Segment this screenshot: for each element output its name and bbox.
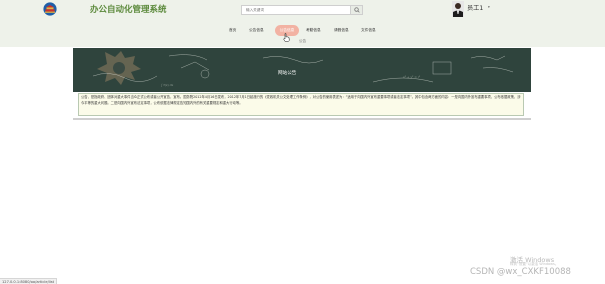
app-title: 办公自动化管理系统 (90, 5, 167, 15)
search-button[interactable] (351, 5, 363, 15)
main-nav: 首页 公告信息 公告信息 考勤信息 请假信息 文件信息 (0, 25, 605, 36)
csdn-watermark: CSDN @wx_CXKF10088 (470, 267, 571, 277)
nav-item-home[interactable]: 首页 (229, 28, 236, 33)
announcement-content: 公告，是指政府、团体对重大事件当众正式公布或者公开宣告，宣布。国务院2012年4… (81, 95, 521, 105)
nav-item-files[interactable]: 文件信息 (361, 28, 376, 33)
chalkboard-illustration: x² + y² = r² ∫ f(x) dx (92, 51, 514, 87)
svg-text:∫ f(x) dx: ∫ f(x) dx (161, 83, 174, 87)
nav-item-announcements[interactable]: 公告信息 (249, 28, 264, 33)
browser-status-url: 127.0.0.1:8080/oa/article/list (0, 278, 58, 284)
user-menu-caret-icon[interactable]: ▾ (488, 5, 490, 9)
nav-item-leave[interactable]: 请假信息 (334, 28, 349, 33)
breadcrumb: 公告 (298, 39, 307, 43)
tiananmen-emblem-icon[interactable] (43, 2, 57, 16)
nav-item-attendance[interactable]: 考勤信息 (306, 28, 321, 33)
search-icon (353, 7, 360, 13)
search-input[interactable] (241, 5, 351, 15)
user-name[interactable]: 员工1 (467, 3, 483, 12)
user-avatar-icon[interactable] (452, 1, 464, 17)
announcement-banner: x² + y² = r² ∫ f(x) dx (73, 48, 531, 92)
content-divider (73, 118, 531, 120)
banner-title: 网站公告 (278, 71, 297, 76)
svg-text:x² + y² = r²: x² + y² = r² (403, 75, 421, 79)
